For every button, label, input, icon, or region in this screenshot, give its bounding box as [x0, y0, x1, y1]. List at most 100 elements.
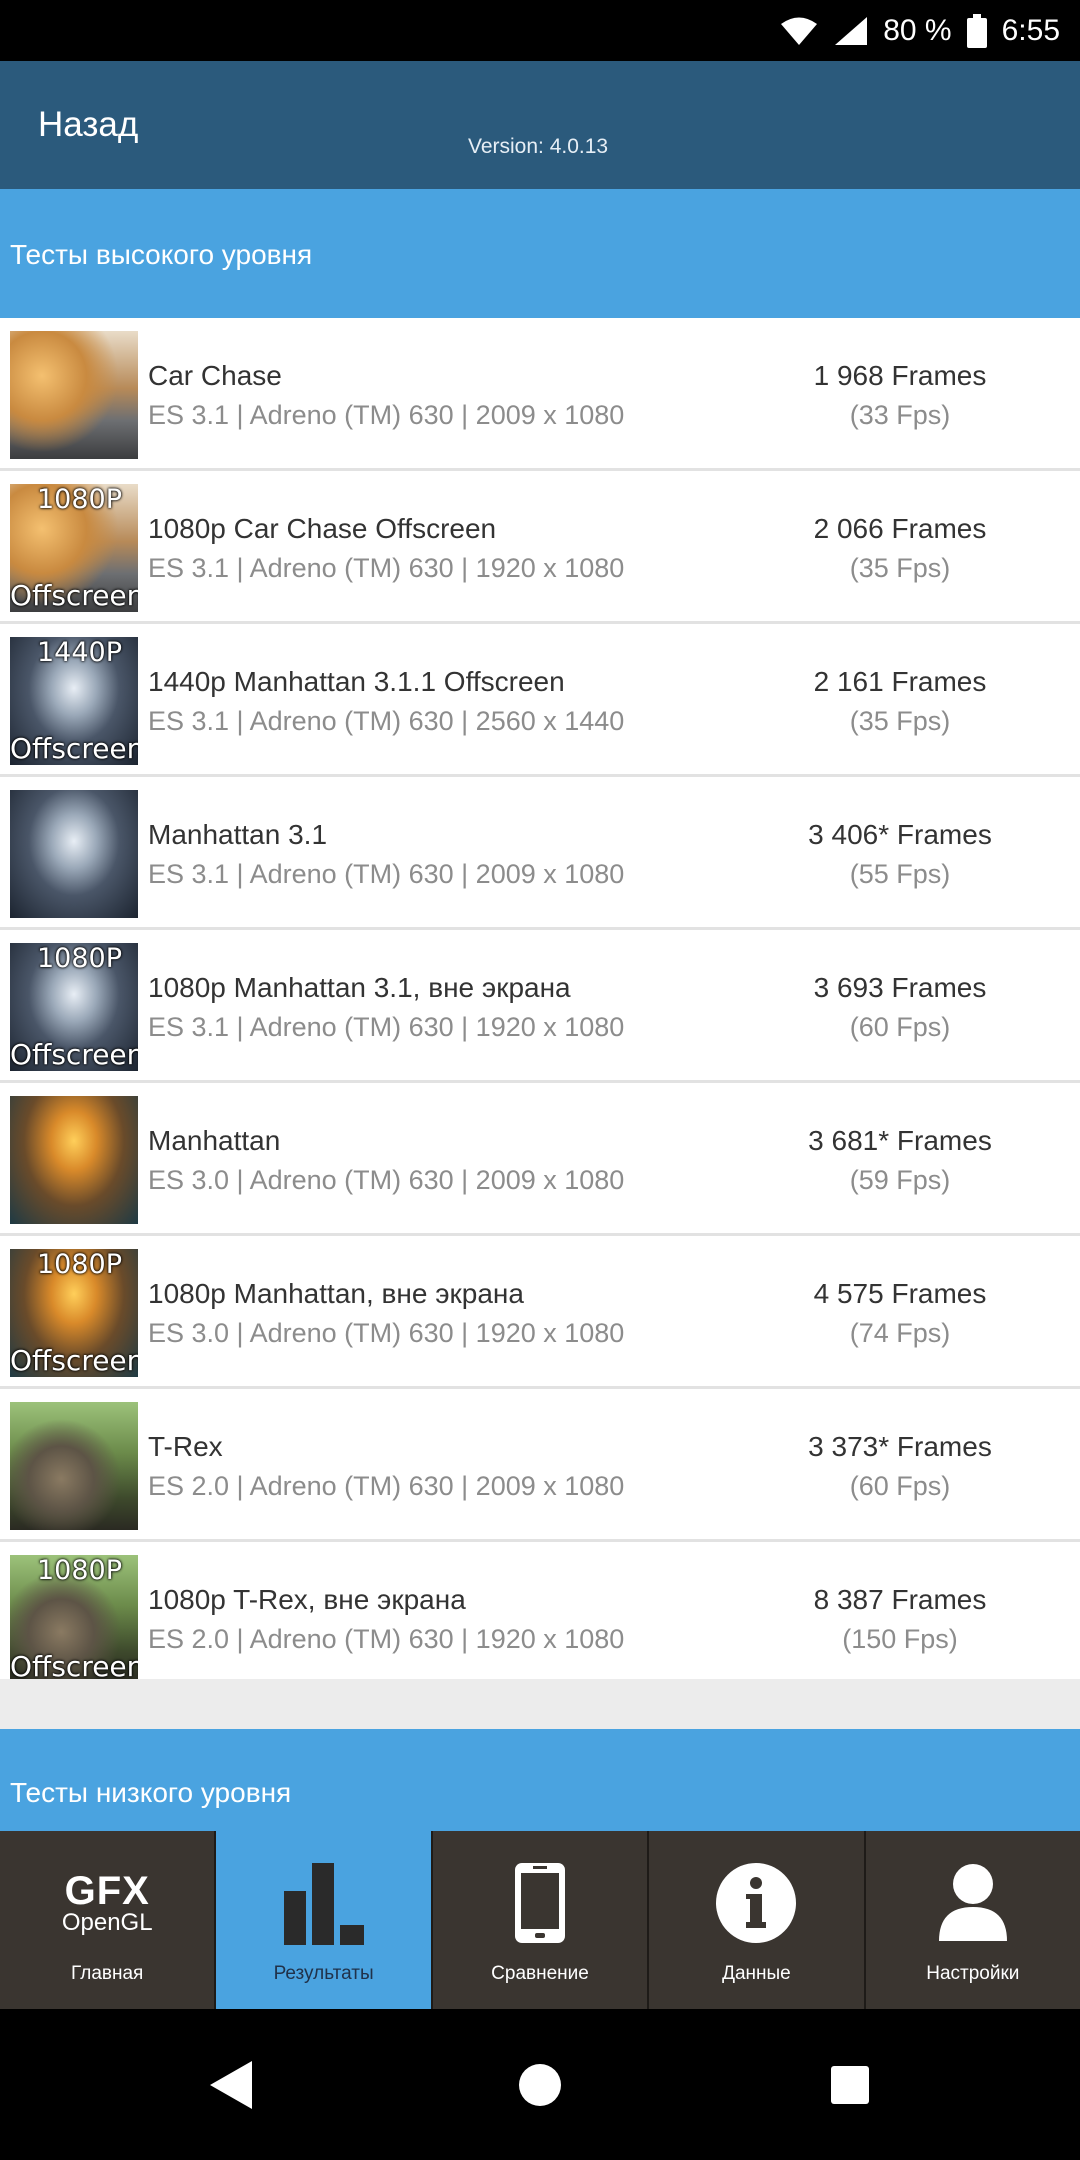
section-header-high-level: Тесты высокого уровня [0, 189, 1080, 318]
test-details: ES 3.1 | Adreno (TM) 630 | 2009 x 1080 [148, 400, 625, 430]
test-fps: (33 Fps) [849, 400, 951, 430]
test-thumbnail: 1080P Offscreen [10, 484, 138, 612]
test-name: Manhattan 3.1 [148, 819, 328, 850]
test-score: 4 575 Frames [813, 1278, 987, 1309]
test-details: ES 3.1 | Adreno (TM) 630 | 2009 x 1080 [148, 859, 625, 889]
status-bar: 80 % 6:55 [0, 0, 1080, 61]
nav-tab-results[interactable]: Результаты [214, 1831, 431, 2009]
logo-line-2: OpenGL [61, 1909, 153, 1936]
test-score: 8 387 Frames [813, 1584, 987, 1615]
thumbnail-offscreen-badge: Offscreen [10, 1344, 138, 1377]
test-thumbnail: 1080P Offscreen [10, 1249, 138, 1377]
thumbnail-art [10, 790, 138, 918]
thumbnail-offscreen-badge: Offscreen [10, 732, 138, 765]
list-spacer [0, 1679, 1080, 1729]
nav-label: Данные [722, 1963, 791, 1984]
battery-icon [966, 13, 988, 48]
section-title: Тесты низкого уровня [10, 1777, 292, 1808]
battery-percent: 80 % [883, 13, 952, 47]
test-thumbnail: 1440P Offscreen [10, 637, 138, 765]
test-score: 1 968 Frames [813, 360, 987, 391]
bottom-navigation: GFX OpenGL Главная Результаты Сравнение [0, 1831, 1080, 2009]
nav-tab-info[interactable]: Данные [647, 1831, 863, 2009]
thumbnail-resolution-badge: 1080P [37, 1249, 122, 1280]
thumbnail-offscreen-badge: Offscreen [10, 579, 138, 612]
thumbnail-art [10, 331, 138, 459]
recents-square-icon[interactable] [830, 2065, 870, 2110]
test-fps: (60 Fps) [849, 1012, 951, 1042]
test-details: ES 3.0 | Adreno (TM) 630 | 2009 x 1080 [148, 1165, 625, 1195]
back-button[interactable]: Назад [38, 105, 138, 145]
test-thumbnail [10, 790, 138, 918]
test-details: ES 2.0 | Adreno (TM) 630 | 1920 x 1080 [148, 1624, 625, 1654]
test-name: 1440p Manhattan 3.1.1 Offscreen [148, 666, 565, 697]
info-icon [649, 1859, 863, 1947]
bar-chart-icon [216, 1859, 430, 1947]
test-fps: (150 Fps) [842, 1624, 958, 1654]
system-navigation-bar [0, 2009, 1080, 2160]
test-row[interactable]: 1440P Offscreen 1440p Manhattan 3.1.1 Of… [0, 624, 1080, 777]
test-score: 3 406* Frames [808, 819, 992, 850]
test-thumbnail [10, 1096, 138, 1224]
test-name: T-Rex [148, 1431, 223, 1462]
test-fps: (60 Fps) [849, 1471, 951, 1501]
thumbnail-resolution-badge: 1440P [37, 637, 122, 668]
test-score: 2 161 Frames [813, 666, 987, 697]
thumbnail-art [10, 1096, 138, 1224]
test-thumbnail [10, 331, 138, 459]
test-score: 3 373* Frames [808, 1431, 992, 1462]
test-row[interactable]: Manhattan ES 3.0 | Adreno (TM) 630 | 200… [0, 1083, 1080, 1236]
nav-label: Сравнение [491, 1963, 589, 1984]
test-fps: (35 Fps) [849, 706, 951, 736]
test-row[interactable]: T-Rex ES 2.0 | Adreno (TM) 630 | 2009 x … [0, 1389, 1080, 1542]
app-bar: Назад Version: 4.0.13 [0, 61, 1080, 189]
thumbnail-art [10, 1402, 138, 1530]
test-name: Car Chase [148, 360, 282, 391]
test-details: ES 3.1 | Adreno (TM) 630 | 2560 x 1440 [148, 706, 625, 736]
section-header-low-level[interactable]: Тесты низкого уровня [0, 1729, 1080, 1831]
test-details: ES 3.0 | Adreno (TM) 630 | 1920 x 1080 [148, 1318, 625, 1348]
signal-icon [833, 15, 869, 47]
test-row[interactable]: 1080P Offscreen 1080p Manhattan, вне экр… [0, 1236, 1080, 1389]
test-row[interactable]: Manhattan 3.1 ES 3.1 | Adreno (TM) 630 |… [0, 777, 1080, 930]
phone-icon [433, 1859, 647, 1947]
test-thumbnail: 1080P Offscreen [10, 943, 138, 1071]
test-thumbnail [10, 1402, 138, 1530]
version-label: Version: 4.0.13 [468, 135, 609, 158]
test-row[interactable]: 1080P Offscreen 1080p Manhattan 3.1, вне… [0, 930, 1080, 1083]
test-fps: (59 Fps) [849, 1165, 951, 1195]
test-row[interactable]: Car Chase ES 3.1 | Adreno (TM) 630 | 200… [0, 318, 1080, 471]
thumbnail-resolution-badge: 1080P [37, 484, 122, 515]
test-name: 1080p Manhattan 3.1, вне экрана [148, 972, 571, 1003]
section-title: Тесты высокого уровня [10, 239, 313, 270]
test-fps: (35 Fps) [849, 553, 951, 583]
test-list: Car Chase ES 3.1 | Adreno (TM) 630 | 200… [0, 318, 1080, 1695]
test-fps: (55 Fps) [849, 859, 951, 889]
test-score: 3 681* Frames [808, 1125, 992, 1156]
test-row[interactable]: 1080P Offscreen 1080p T-Rex, вне экрана … [0, 1542, 1080, 1695]
nav-tab-settings[interactable]: Настройки [863, 1831, 1080, 2009]
test-row[interactable]: 1080P Offscreen 1080p Car Chase Offscree… [0, 471, 1080, 624]
back-triangle-icon[interactable] [208, 2059, 254, 2116]
test-thumbnail: 1080P Offscreen [10, 1555, 138, 1683]
test-name: 1080p Manhattan, вне экрана [148, 1278, 524, 1309]
test-details: ES 3.1 | Adreno (TM) 630 | 1920 x 1080 [148, 553, 625, 583]
logo-line-1: GFX [64, 1869, 150, 1913]
nav-label: Главная [71, 1963, 144, 1984]
thumbnail-resolution-badge: 1080P [37, 943, 122, 974]
thumbnail-offscreen-badge: Offscreen [10, 1038, 138, 1071]
wifi-icon [779, 15, 819, 47]
test-name: 1080p T-Rex, вне экрана [148, 1584, 466, 1615]
clock: 6:55 [1001, 13, 1060, 47]
test-name: Manhattan [148, 1125, 281, 1156]
nav-tab-compare[interactable]: Сравнение [430, 1831, 647, 2009]
thumbnail-resolution-badge: 1080P [37, 1555, 122, 1586]
nav-tab-home[interactable]: GFX OpenGL Главная [0, 1831, 214, 2009]
test-name: 1080p Car Chase Offscreen [148, 513, 497, 544]
nav-label: Результаты [273, 1963, 374, 1984]
user-icon [866, 1859, 1080, 1947]
home-circle-icon[interactable] [518, 2063, 562, 2112]
gfx-opengl-logo-icon: GFX OpenGL [0, 1859, 214, 1947]
nav-label: Настройки [926, 1963, 1020, 1984]
test-details: ES 3.1 | Adreno (TM) 630 | 1920 x 1080 [148, 1012, 625, 1042]
